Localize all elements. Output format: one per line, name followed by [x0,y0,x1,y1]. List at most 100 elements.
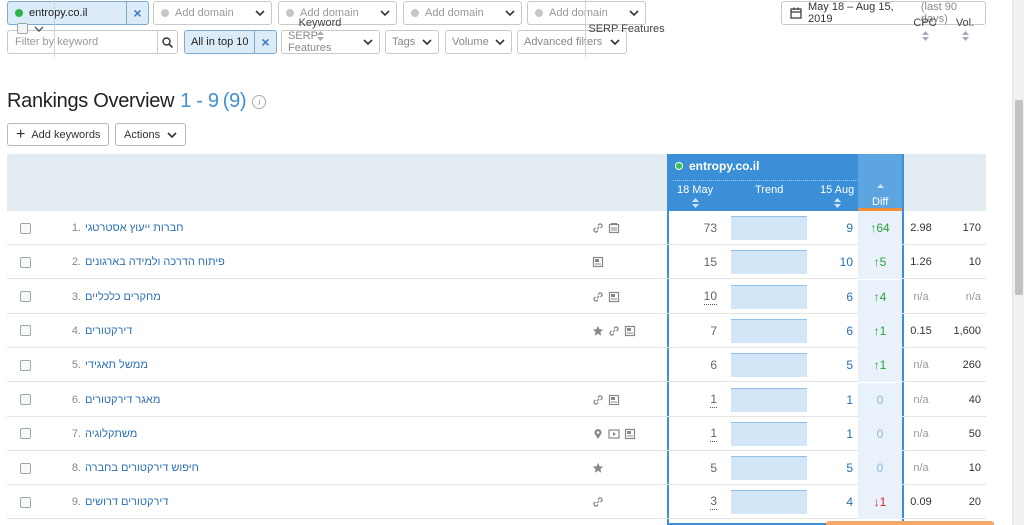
reviews-icon [592,256,604,268]
plus-icon: + [16,125,26,143]
scrollbar-thumb[interactable] [1015,100,1023,295]
first-position-cell: 7 [667,314,717,348]
chevron-down-icon[interactable] [34,24,44,34]
last-position[interactable]: 9 [807,211,853,245]
row-checkbox[interactable] [20,496,31,508]
trend-sparkline[interactable] [731,284,807,309]
row-number: 7. [71,427,81,440]
checkbox[interactable] [17,23,28,34]
first-position: 1 [710,425,717,442]
row-checkbox[interactable] [20,222,31,234]
keyword-link[interactable]: דירקטורים דרושים [85,485,168,519]
first-position-cell[interactable]: 1 [667,383,717,417]
keyword-link[interactable]: משתקלוגיה [85,417,137,451]
table-row[interactable]: 8. חיפוש דירקטורים בחברה 5 5 0 n/a 10 [7,451,986,486]
trend-sparkline[interactable] [731,318,807,343]
table-row[interactable]: 7. משתקלוגיה 1 1 0 n/a 50 [7,416,986,451]
cpc-value: n/a [913,290,929,303]
keyword-link[interactable]: פיתוח הדרכה ולמידה בארגונים [85,245,225,279]
domain-column-title: entropy.co.il [675,159,759,173]
row-checkbox-cell[interactable] [20,280,31,314]
table-row[interactable]: 3. מחקרים כלכליים 10 6 ↑4 n/a n/a [7,279,986,314]
row-checkbox[interactable] [20,325,31,337]
row-checkbox[interactable] [20,291,31,303]
table-row[interactable]: 9. דירקטורים דרושים 3 4 ↓1 0.09 20 [7,485,986,520]
row-checkbox-cell[interactable] [20,211,31,245]
last-position[interactable]: 1 [807,417,853,451]
table-row[interactable]: 4. דירקטורים 7 6 ↑1 0.15 1,600 [7,313,986,348]
first-position-cell[interactable]: 3 [667,485,717,519]
row-number: 1. [71,222,81,234]
position-diff: 0 [876,392,884,407]
column-header-volume[interactable]: Vol. [944,0,986,57]
first-date-label: 18 May [677,184,714,196]
row-checkbox-cell[interactable] [20,451,31,485]
actions-dropdown[interactable]: Actions [115,123,187,146]
row-checkbox-cell[interactable] [20,417,31,451]
trend-sparkline[interactable] [731,387,807,412]
row-checkbox-cell[interactable] [20,314,31,348]
row-checkbox[interactable] [20,359,31,371]
row-checkbox[interactable] [20,394,31,405]
domain-color-dot [675,162,683,170]
last-position[interactable]: 6 [807,314,853,348]
page-title: Rankings Overview 1 - 9 (9) i [7,90,267,113]
keyword-link[interactable]: מחקרים כלכליים [85,280,161,314]
calendar-icon [790,7,802,19]
serp-features-cell [592,245,604,279]
row-checkbox[interactable] [20,462,31,474]
cpc-value: 2.98 [910,222,932,234]
row-checkbox-cell[interactable] [20,348,31,382]
select-all-checkbox[interactable] [7,0,55,57]
trend-sparkline[interactable] [731,456,807,481]
trend-sparkline[interactable] [731,353,807,378]
sort-arrow-icon [833,198,841,208]
keyword-link[interactable]: ממשל תאגידי [85,348,148,382]
table-row[interactable]: 2. פיתוח הדרכה ולמידה בארגונים 15 10 ↑5 … [7,245,986,280]
column-header-diff[interactable]: Diff [858,154,902,220]
keyword-link[interactable]: חברות ייעוץ אסטרטגי [85,211,183,245]
info-icon[interactable]: i [252,94,267,109]
volume-value: 40 [968,393,981,406]
first-position-cell[interactable]: 10 [667,280,717,314]
column-header-last-date[interactable]: 15 Aug [820,184,854,208]
feedback-tab[interactable] [826,521,994,525]
link-icon [592,496,604,508]
serp-features-cell [592,314,636,348]
row-checkbox[interactable] [20,256,31,268]
serp-features-cell [592,485,604,519]
row-checkbox-cell[interactable] [20,245,31,279]
column-header-cpc[interactable]: CPC [906,0,944,57]
cpc-header-label: CPC [913,16,937,29]
row-number: 5. [71,359,81,372]
trend-sparkline[interactable] [731,250,807,275]
table-row[interactable]: 1. חברות ייעוץ אסטרטגי 73 9 ↑64 2.98 170 [7,211,986,245]
row-checkbox[interactable] [20,428,31,440]
last-position[interactable]: 10 [807,245,853,279]
last-position[interactable]: 1 [807,383,853,417]
trend-sparkline[interactable] [731,216,807,240]
volume-header-label: Vol. [955,16,975,29]
keyword-link[interactable]: מאגר דירקטורים [85,383,160,417]
last-position[interactable]: 4 [807,485,853,519]
column-header-first-date[interactable]: 18 May [677,184,713,208]
trend-sparkline[interactable] [731,421,807,446]
table-row[interactable]: 6. מאגר דירקטורים 1 1 0 n/a 40 [7,382,986,417]
keyword-link[interactable]: חיפוש דירקטורים בחברה [85,451,199,485]
diff-label: Diff [872,196,889,208]
keyword-link[interactable]: דירקטורים [85,314,132,348]
column-header-keyword[interactable]: Keyword [55,0,586,57]
last-position[interactable]: 5 [807,451,853,485]
row-checkbox-cell[interactable] [20,383,31,417]
last-position[interactable]: 6 [807,280,853,314]
volume-value: 10 [968,462,981,475]
add-keywords-button[interactable]: + Add keywords [7,123,110,146]
trend-sparkline[interactable] [731,490,807,515]
position-diff: ↑1 [873,323,887,338]
first-position-cell[interactable]: 1 [667,417,717,451]
table-row[interactable]: 5. ממשל תאגידי 6 5 ↑1 n/a 260 [7,348,986,383]
scrollbar[interactable] [1012,0,1024,525]
last-position[interactable]: 5 [807,348,853,382]
row-checkbox-cell[interactable] [20,485,31,519]
video-icon [608,428,620,440]
